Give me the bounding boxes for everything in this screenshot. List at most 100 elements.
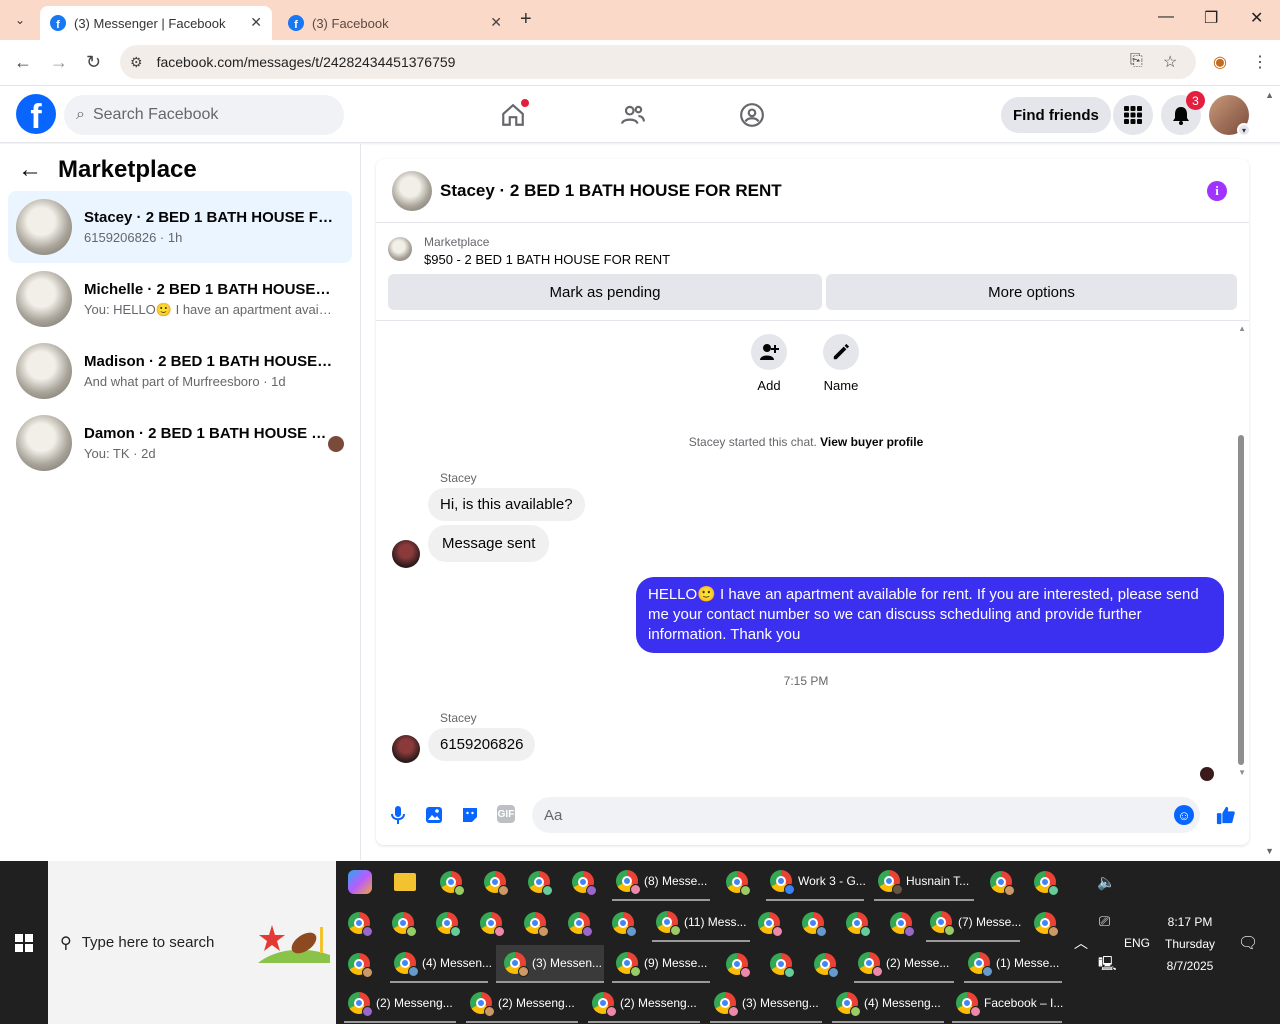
url-text[interactable]: facebook.com/messages/t/2428243445137675…: [157, 54, 456, 70]
mark-as-pending-button[interactable]: Mark as pending: [388, 274, 822, 310]
chrome-icon[interactable]: [846, 904, 874, 942]
chrome-icon[interactable]: [348, 904, 376, 942]
volume-icon[interactable]: 🔈: [1097, 873, 1116, 891]
chrome-icon[interactable]: [348, 945, 376, 983]
scroll-up-arrow-icon[interactable]: ▲: [1238, 324, 1246, 333]
sticker-icon[interactable]: [460, 805, 480, 825]
home-icon[interactable]: [499, 99, 529, 129]
incoming-message[interactable]: Message sent: [428, 525, 550, 562]
chrome-icon[interactable]: [440, 863, 468, 901]
copilot-icon[interactable]: [348, 863, 372, 901]
chrome-icon[interactable]: [392, 904, 420, 942]
taskbar-window[interactable]: (2) Messeng...: [588, 985, 700, 1023]
chat-title[interactable]: Stacey · 2 BED 1 BATH HOUSE FOR RENT: [440, 181, 782, 201]
window-close-icon[interactable]: ✕: [1250, 8, 1263, 28]
sender-avatar[interactable]: [392, 735, 420, 763]
notification-center-icon[interactable]: 🗨: [1238, 933, 1258, 953]
install-app-icon[interactable]: ⎘: [1130, 52, 1143, 70]
taskbar-window[interactable]: (4) Messen...: [390, 945, 492, 983]
notifications-bell-icon[interactable]: 3: [1161, 91, 1205, 135]
chrome-icon[interactable]: [726, 945, 754, 983]
chat-scrollbar[interactable]: [1238, 435, 1244, 765]
taskbar-window[interactable]: (3) Messeng...: [710, 985, 822, 1023]
sender-avatar[interactable]: [392, 540, 420, 568]
taskbar-window[interactable]: (2) Messe...: [854, 945, 954, 983]
chrome-icon[interactable]: [802, 904, 830, 942]
emoji-icon[interactable]: ☺: [1174, 805, 1194, 825]
show-hidden-icons-chevron-icon[interactable]: ︿: [1074, 933, 1088, 953]
chrome-icon[interactable]: [770, 945, 798, 983]
chrome-icon[interactable]: [568, 904, 596, 942]
browser-menu-icon[interactable]: ⋮: [1252, 52, 1268, 72]
bookmark-star-icon[interactable]: ☆: [1163, 52, 1177, 72]
taskbar-window[interactable]: (11) Mess...: [652, 904, 750, 942]
tab-close-icon[interactable]: ✕: [250, 14, 262, 31]
tab-facebook[interactable]: f (3) Facebook ✕: [278, 6, 512, 40]
profile-icon[interactable]: ◉: [1213, 52, 1227, 72]
taskbar-window[interactable]: Husnain T...: [874, 863, 974, 901]
taskbar-clock[interactable]: 8:17 PM Thursday 8/7/2025: [1160, 911, 1220, 977]
taskbar-window-active[interactable]: (3) Messen...: [496, 945, 604, 983]
groups-icon[interactable]: [738, 101, 766, 129]
message-input-box[interactable]: ☺: [532, 797, 1200, 833]
conversation-item[interactable]: Stacey · 2 BED 1 BATH HOUSE FOR RENT 615…: [8, 191, 352, 263]
chrome-icon[interactable]: [528, 863, 556, 901]
chrome-icon[interactable]: [480, 904, 508, 942]
taskbar-search[interactable]: ⚲ Type here to search: [48, 861, 336, 1024]
gif-icon[interactable]: GIF: [497, 805, 515, 823]
chrome-icon[interactable]: [436, 904, 464, 942]
incoming-message[interactable]: 6159206826: [428, 728, 536, 761]
taskbar-window[interactable]: (1) Messe...: [964, 945, 1062, 983]
tab-search-chevron-icon[interactable]: ⌄: [8, 8, 32, 32]
taskbar-window[interactable]: (8) Messe...: [612, 863, 710, 901]
chrome-icon[interactable]: [890, 904, 918, 942]
reload-icon[interactable]: ↻: [86, 52, 101, 73]
new-tab-plus-icon[interactable]: +: [520, 8, 532, 31]
chat-avatar[interactable]: [392, 170, 432, 211]
photo-icon[interactable]: [424, 805, 444, 825]
conversation-info-icon[interactable]: i: [1207, 181, 1227, 201]
restore-icon[interactable]: ❐: [1204, 8, 1218, 28]
view-buyer-profile-link[interactable]: View buyer profile: [820, 435, 923, 449]
find-friends-button[interactable]: Find friends: [1001, 97, 1111, 133]
listing-title[interactable]: $950 - 2 BED 1 BATH HOUSE FOR RENT: [424, 252, 670, 267]
conversation-item[interactable]: Madison · 2 BED 1 BATH HOUSE FOR RENT An…: [8, 335, 352, 407]
outgoing-message[interactable]: HELLO🙂 I have an apartment available for…: [636, 577, 1224, 653]
facebook-search[interactable]: ⌕: [64, 95, 344, 135]
incoming-message[interactable]: Hi, is this available?: [428, 488, 585, 521]
start-button[interactable]: [0, 861, 48, 1024]
chrome-icon[interactable]: [524, 904, 552, 942]
page-scroll-up-arrow-icon[interactable]: ▲: [1265, 90, 1274, 100]
back-arrow-icon[interactable]: ←: [18, 156, 42, 184]
back-arrow-icon[interactable]: ←: [14, 52, 32, 73]
listing-thumbnail[interactable]: [388, 237, 412, 261]
taskbar-window[interactable]: (4) Messeng...: [832, 985, 944, 1023]
chrome-icon[interactable]: [1034, 863, 1062, 901]
conversation-item[interactable]: Damon · 2 BED 1 BATH HOUSE FOR RENT You:…: [8, 407, 352, 479]
conversation-item[interactable]: Michelle · 2 BED 1 BATH HOUSE FOR RENT Y…: [8, 263, 352, 335]
forward-arrow-icon[interactable]: →: [50, 52, 68, 73]
chrome-icon[interactable]: [1034, 904, 1062, 942]
omnibox[interactable]: ⚙ facebook.com/messages/t/24282434451376…: [120, 45, 1196, 79]
chrome-icon[interactable]: [814, 945, 842, 983]
chrome-icon[interactable]: [758, 904, 786, 942]
taskbar-window[interactable]: (7) Messe...: [926, 904, 1021, 942]
chrome-icon[interactable]: [612, 904, 640, 942]
page-scroll-down-arrow-icon[interactable]: ▼: [1265, 846, 1274, 856]
chrome-icon[interactable]: [572, 863, 600, 901]
chrome-icon[interactable]: [484, 863, 512, 901]
friends-icon[interactable]: [619, 101, 647, 129]
menu-grid-icon[interactable]: [1113, 95, 1153, 135]
minimize-icon[interactable]: —: [1158, 8, 1174, 26]
language-indicator[interactable]: ENG: [1124, 936, 1150, 950]
search-input[interactable]: [92, 106, 313, 124]
profile-avatar[interactable]: ▾: [1209, 95, 1251, 137]
message-input[interactable]: [544, 806, 1144, 824]
facebook-logo-icon[interactable]: f: [16, 94, 56, 134]
file-explorer-icon[interactable]: [394, 863, 416, 901]
taskbar-window[interactable]: (2) Messeng...: [466, 985, 578, 1023]
site-settings-icon[interactable]: ⚙: [130, 54, 143, 71]
taskbar-window[interactable]: (2) Messeng...: [344, 985, 456, 1023]
thumbs-up-icon[interactable]: [1216, 805, 1236, 825]
taskbar-window[interactable]: Work 3 - G...: [766, 863, 866, 901]
